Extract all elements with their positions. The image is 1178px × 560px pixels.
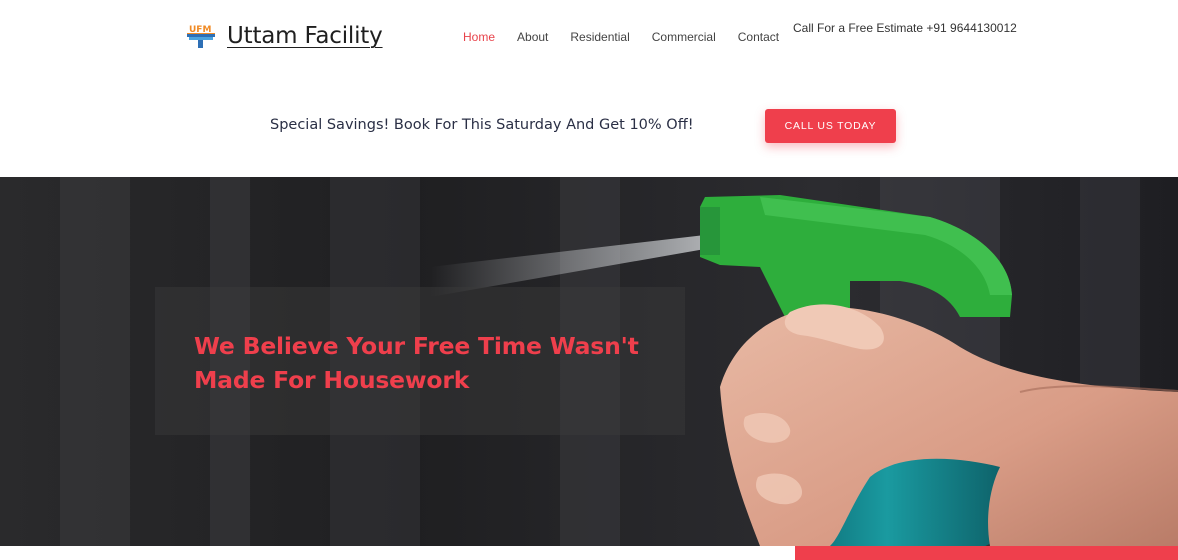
hero-heading: We Believe Your Free Time Wasn't Made Fo… [194,332,639,394]
nav-item-about[interactable]: About [517,30,548,44]
nav-item-commercial[interactable]: Commercial [652,30,716,44]
nav-item-residential[interactable]: Residential [570,30,629,44]
brand-name: Uttam Facility [227,23,383,49]
nav-item-contact[interactable]: Contact [738,30,779,44]
promo-text: Special Savings! Book For This Saturday … [270,117,694,133]
ufm-brush-logo-icon: UFM [186,22,218,50]
call-estimate-text: Call For a Free Estimate +91 9644130012 [793,21,1017,35]
site-header: UFM Uttam Facility Home About Residentia… [0,0,1178,80]
hero-section: We Believe Your Free Time Wasn't Made Fo… [0,177,1178,546]
main-nav: Home About Residential Commercial Contac… [463,30,801,44]
call-us-today-button[interactable]: CALL US TODAY [765,109,896,143]
nav-item-home[interactable]: Home [463,30,495,44]
bottom-accent-block [795,546,1178,560]
brand-logo-link[interactable]: UFM Uttam Facility [186,22,383,50]
